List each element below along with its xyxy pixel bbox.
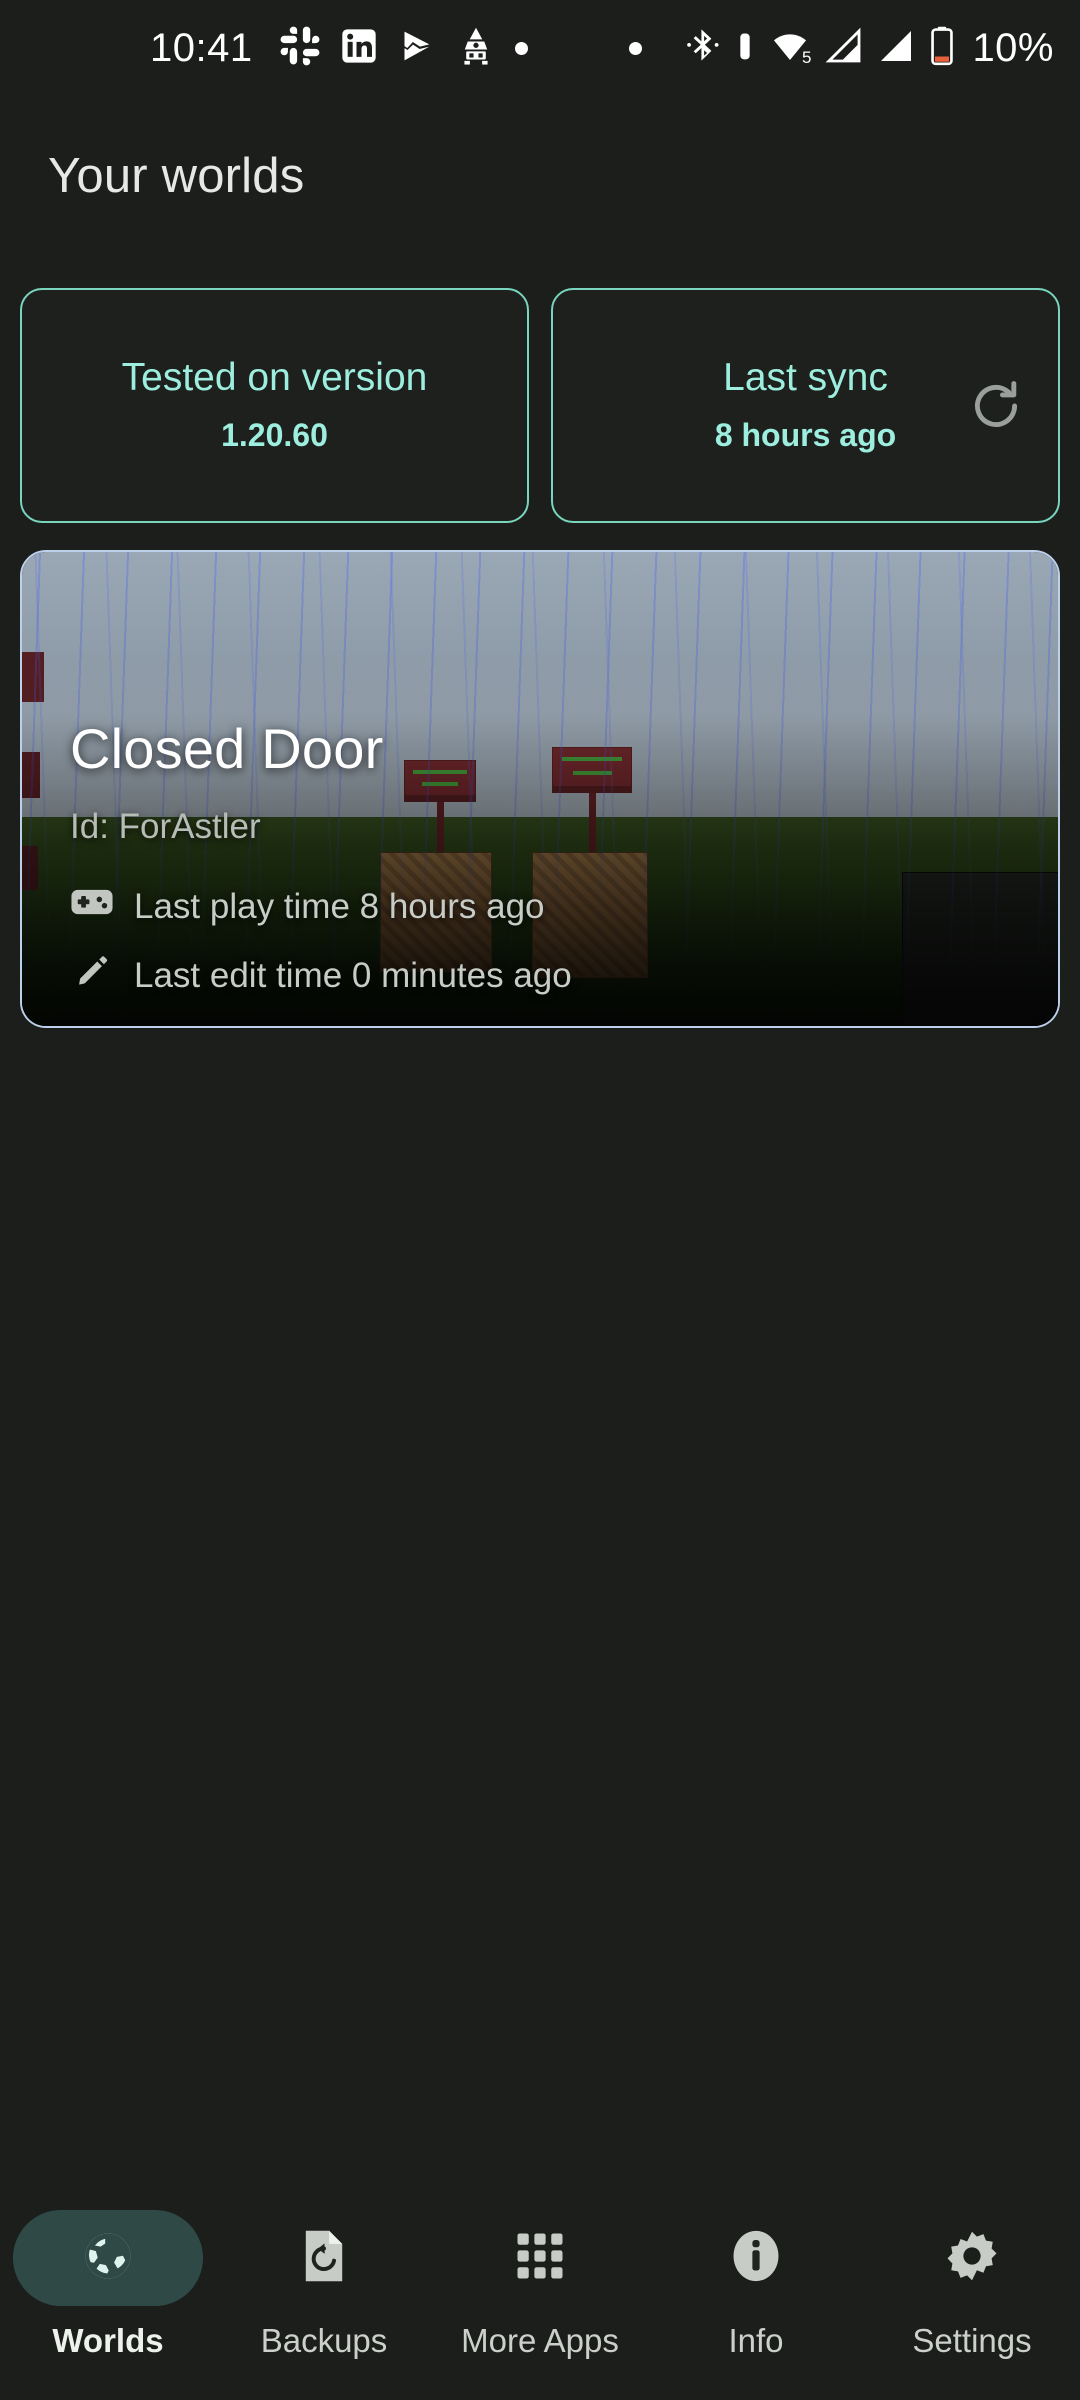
tested-version-value: 1.20.60 — [221, 417, 328, 454]
nav-label-backups: Backups — [260, 2322, 388, 2359]
wifi-level-label: 5 — [801, 47, 812, 67]
signal-sim2-icon — [876, 26, 916, 71]
status-bar-clock: 10:41 — [150, 26, 253, 70]
status-bar-system-icons: 5 10% — [629, 25, 1054, 72]
nav-item-more-apps[interactable]: More Apps — [432, 2210, 648, 2360]
info-cards-row: Tested on version 1.20.60 Last sync 8 ho… — [20, 288, 1060, 523]
app-screen: 10:41 5 10% Your worlds Tested on versio… — [0, 0, 1080, 2400]
rocket-icon — [455, 25, 497, 72]
world-card[interactable]: Closed Door Id: ForAstler Last play time… — [20, 550, 1060, 1028]
linkedin-icon — [339, 26, 379, 71]
tested-version-card[interactable]: Tested on version 1.20.60 — [20, 288, 529, 523]
nav-label-info: Info — [728, 2322, 784, 2359]
refresh-icon[interactable] — [960, 370, 1032, 442]
slack-icon — [279, 25, 321, 72]
globe-icon — [80, 2228, 136, 2289]
vibrate-icon — [734, 26, 756, 71]
nav-item-info[interactable]: Info — [648, 2210, 864, 2360]
dot-icon — [629, 41, 643, 55]
pencil-icon — [70, 954, 114, 997]
nav-label-worlds: Worlds — [52, 2322, 164, 2359]
nav-label-settings: Settings — [912, 2322, 1032, 2359]
tested-version-title: Tested on version — [121, 356, 428, 400]
nav-item-backups[interactable]: Backups — [216, 2210, 432, 2360]
status-bar-notification-icons — [279, 25, 528, 72]
page-title: Your worlds — [48, 149, 305, 203]
nav-pill-worlds[interactable] — [13, 2210, 203, 2306]
status-bar: 10:41 5 10% — [0, 0, 1080, 96]
gamepad-icon — [70, 885, 114, 928]
nav-pill-more-apps[interactable] — [445, 2210, 635, 2306]
nav-pill-backups[interactable] — [229, 2210, 419, 2306]
last-sync-title: Last sync — [723, 356, 888, 400]
world-last-play-label: Last play time 8 hours ago — [134, 886, 545, 926]
dot-icon — [514, 41, 528, 55]
nav-pill-settings[interactable] — [877, 2210, 1067, 2306]
world-last-edit-label: Last edit time 0 minutes ago — [134, 955, 572, 995]
signal-sim1-icon — [824, 26, 864, 71]
world-last-edit-row: Last edit time 0 minutes ago — [70, 954, 572, 997]
world-id: Id: ForAstler — [70, 807, 261, 846]
world-name: Closed Door — [70, 717, 384, 780]
play-store-beta-icon — [397, 26, 437, 71]
restore-file-icon — [298, 2228, 350, 2289]
last-sync-value: 8 hours ago — [714, 417, 897, 454]
gear-icon — [944, 2228, 1000, 2289]
wifi-icon: 5 — [768, 26, 812, 71]
battery-low-icon — [928, 25, 956, 72]
nav-item-settings[interactable]: Settings — [864, 2210, 1080, 2360]
nav-label-more-apps: More Apps — [461, 2322, 619, 2359]
nav-pill-info[interactable] — [661, 2210, 851, 2306]
grid-apps-icon — [513, 2229, 567, 2288]
battery-percent-label: 10% — [972, 26, 1054, 70]
info-icon — [729, 2227, 783, 2290]
nav-item-worlds[interactable]: Worlds — [0, 2210, 216, 2360]
bluetooth-icon — [684, 27, 722, 70]
world-last-play-row: Last play time 8 hours ago — [70, 885, 545, 928]
bottom-navigation-bar: Worlds Backups More Apps Info Settings — [0, 2194, 1080, 2400]
last-sync-card[interactable]: Last sync 8 hours ago — [551, 288, 1060, 523]
